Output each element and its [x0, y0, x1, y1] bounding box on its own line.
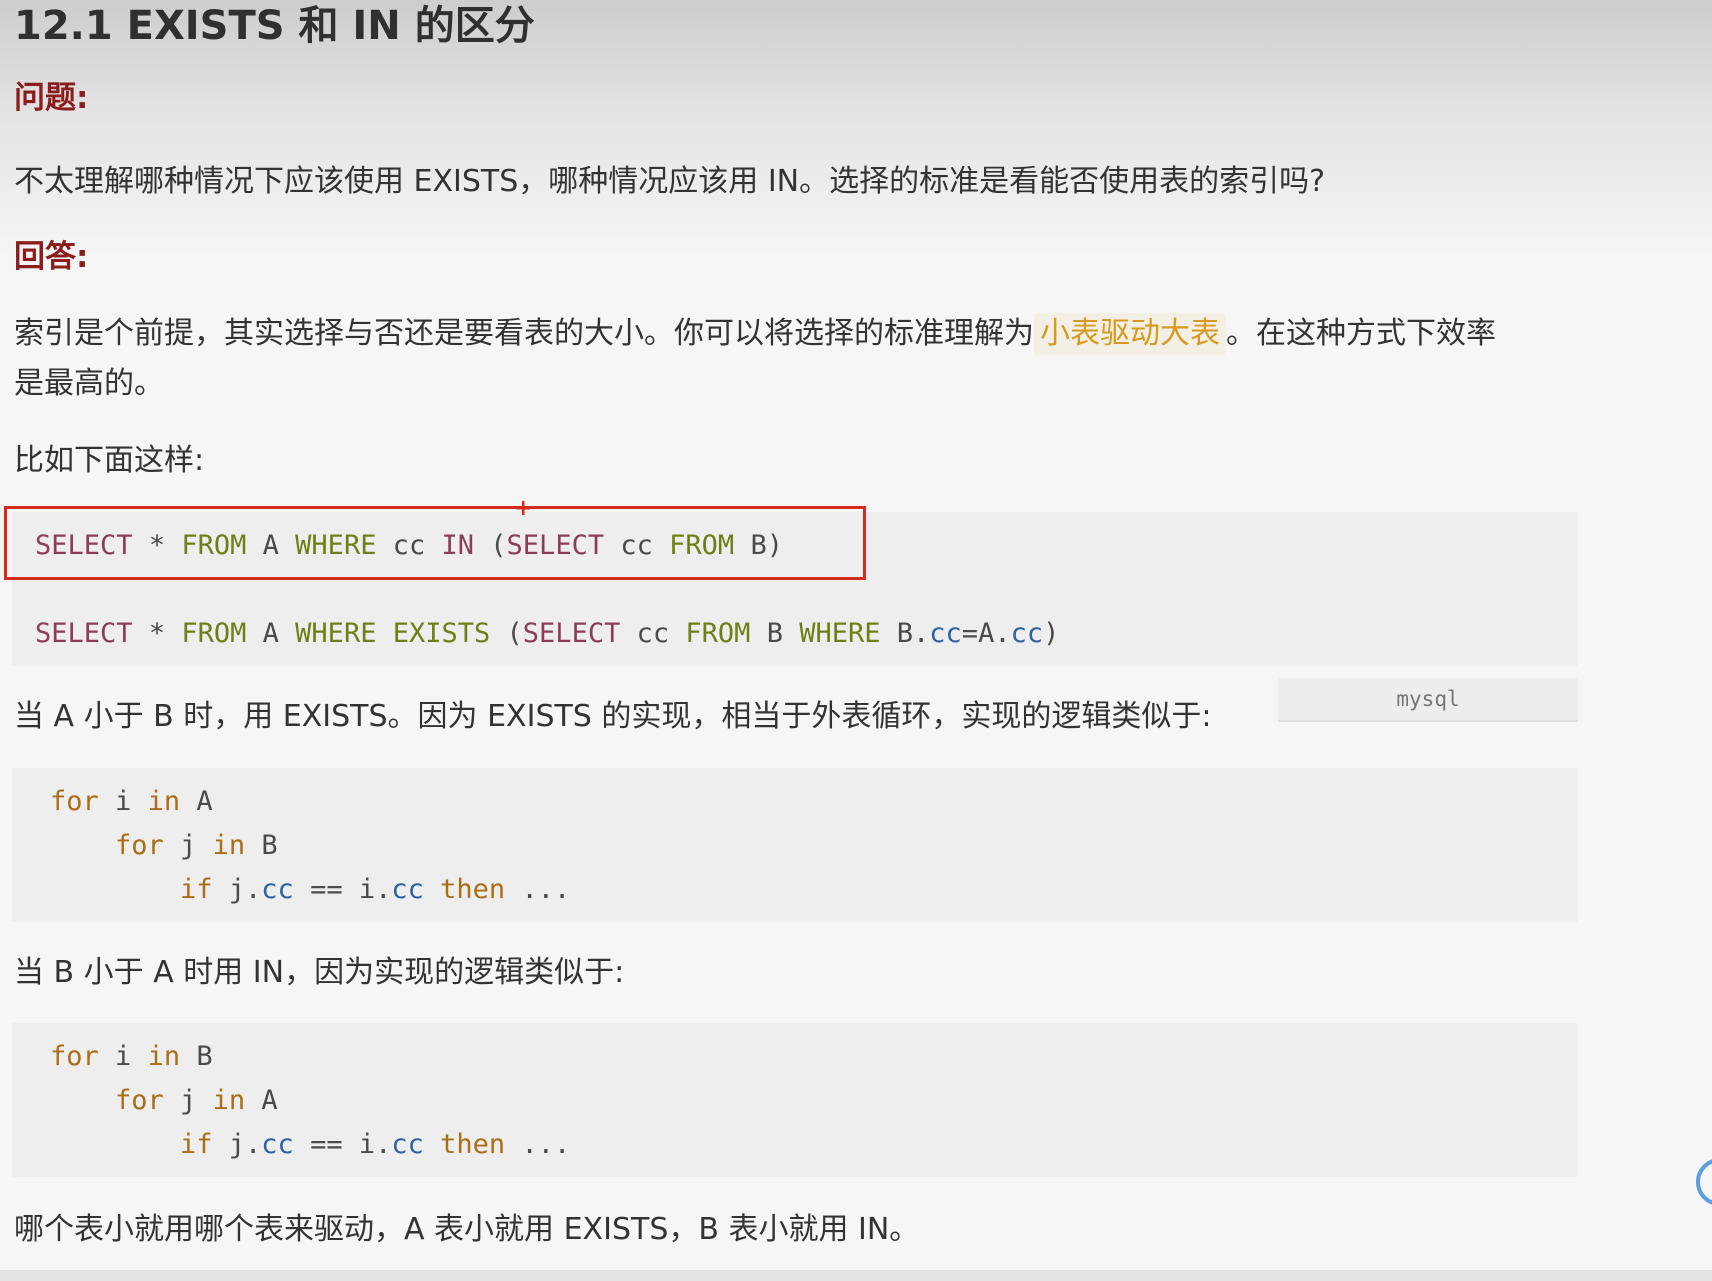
kw-in: in [212, 830, 246, 861]
ellipsis: ... [521, 1129, 571, 1160]
code-language-tag[interactable]: mysql [1278, 678, 1578, 722]
question-text: 不太理解哪种情况下应该使用 EXISTS，哪种情况应该用 IN。选择的标准是看能… [14, 164, 1326, 199]
annotation-highlight-box [4, 506, 866, 580]
field-cc: cc [261, 1129, 294, 1160]
answer-line-1: 索引是个前提，其实选择与否还是要看表的大小。你可以将选择的标准理解为 小表驱动大表… [14, 309, 1496, 359]
loop2-line-3: if j.cc == i.cc then ... [180, 1125, 570, 1165]
table-name: B [261, 830, 278, 861]
sql-line-exists: SELECT * FROM A WHERE EXISTS (SELECT cc … [35, 614, 1059, 654]
field-cc: cc [391, 1129, 424, 1160]
bottom-edge [0, 1270, 1712, 1281]
var-j-prefix: j. [228, 874, 262, 905]
var-i-prefix: i. [358, 874, 392, 905]
ellipsis: ... [521, 874, 571, 905]
example-intro: 比如下面这样: [14, 443, 205, 478]
kw-then: then [440, 1129, 506, 1160]
table-name: B [196, 1041, 213, 1072]
loop2-line-1: for i in B [50, 1037, 213, 1077]
field-cc: cc [391, 874, 424, 905]
operator-eq: == [310, 1129, 343, 1160]
equals: = [961, 618, 979, 649]
annotation-crosshair-icon: + [514, 496, 533, 521]
var-i-prefix: i. [358, 1129, 392, 1160]
paren-close: ) [1043, 618, 1060, 649]
kw-for: for [115, 1085, 164, 1116]
conclusion-text: 哪个表小就用哪个表来驱动，A 表小就用 EXISTS，B 表小就用 IN。 [14, 1212, 920, 1247]
loop1-line-2: for j in B [115, 826, 278, 866]
kw-where: WHERE [295, 618, 377, 649]
table-b: B [766, 618, 783, 649]
kw-if: if [180, 874, 213, 905]
kw-select-sub: SELECT [522, 618, 621, 649]
column-cc-sub: cc [636, 618, 670, 649]
loop2-line-2: for j in A [115, 1081, 278, 1121]
kw-in: in [147, 1041, 181, 1072]
kw-in: in [212, 1085, 246, 1116]
answer-label: 回答: [14, 239, 89, 275]
a-prefix: A. [978, 618, 1011, 649]
loop-code-block-in: for i in B for j in A if j.cc == i.cc th… [12, 1023, 1578, 1177]
b-field: cc [929, 618, 962, 649]
star: * [148, 618, 166, 649]
kw-then: then [440, 874, 506, 905]
table-name: A [261, 1085, 278, 1116]
kw-exists: EXISTS [392, 618, 491, 649]
loop-code-block-exists: for i in A for j in B if j.cc == i.cc th… [12, 768, 1578, 922]
in-explanation: 当 B 小于 A 时用 IN，因为实现的逻辑类似于: [14, 955, 625, 990]
table-name: A [196, 786, 213, 817]
a-field: cc [1010, 618, 1044, 649]
var-j-prefix: j. [228, 1129, 262, 1160]
var-i: i [115, 786, 132, 817]
kw-for: for [50, 786, 99, 817]
question-label: 问题: [14, 80, 89, 116]
exists-explanation: 当 A 小于 B 时，用 EXISTS。因为 EXISTS 的实现，相当于外表循… [14, 699, 1212, 734]
page-title: 12.1 EXISTS 和 IN 的区分 [14, 3, 535, 49]
var-j: j [180, 830, 197, 861]
document-page: 12.1 EXISTS 和 IN 的区分 问题: 不太理解哪种情况下应该使用 E… [0, 0, 1712, 1281]
kw-from: FROM [181, 618, 247, 649]
loop1-line-1: for i in A [50, 782, 213, 822]
kw-in: in [147, 786, 181, 817]
kw-for: for [50, 1041, 99, 1072]
kw-for: for [115, 830, 164, 861]
kw-where-sub: WHERE [799, 618, 881, 649]
highlight-inline-code: 小表驱动大表 [1034, 313, 1226, 355]
floating-action-icon[interactable] [1696, 1158, 1712, 1206]
answer-text-before: 索引是个前提，其实选择与否还是要看表的大小。你可以将选择的标准理解为 [14, 316, 1034, 351]
paren-open: ( [506, 618, 523, 649]
table-a: A [262, 618, 279, 649]
field-cc: cc [261, 874, 294, 905]
answer-text-after: 。在这种方式下效率 [1226, 316, 1496, 351]
operator-eq: == [310, 874, 343, 905]
var-i: i [115, 1041, 132, 1072]
b-prefix: B. [896, 618, 930, 649]
kw-select: SELECT [35, 618, 133, 649]
answer-line-2: 是最高的。 [14, 366, 164, 401]
loop1-line-3: if j.cc == i.cc then ... [180, 870, 570, 910]
kw-if: if [180, 1129, 213, 1160]
var-j: j [180, 1085, 197, 1116]
kw-from-sub: FROM [685, 618, 751, 649]
